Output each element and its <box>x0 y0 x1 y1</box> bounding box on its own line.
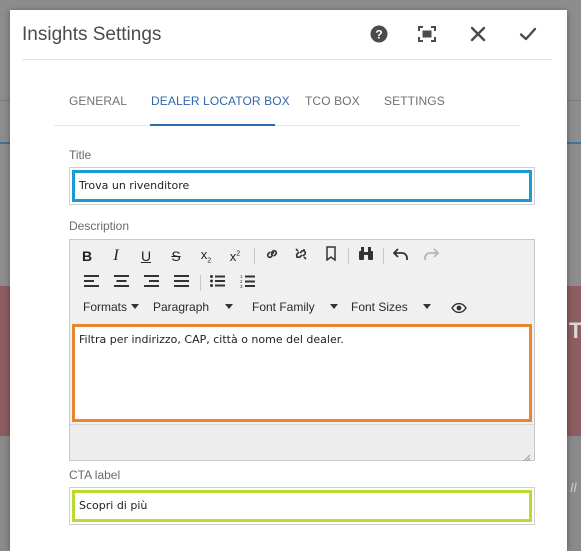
strikethrough-button[interactable]: S <box>163 243 189 269</box>
toolbar-divider <box>254 248 255 264</box>
superscript-icon: x2 <box>229 248 241 264</box>
font-sizes-dropdown-label: Font Sizes <box>351 300 408 314</box>
unlink-icon <box>293 246 309 267</box>
redo-button[interactable] <box>418 243 444 269</box>
justify-button[interactable] <box>168 270 194 296</box>
help-button[interactable]: ? <box>367 24 391 48</box>
link-button[interactable] <box>259 243 285 269</box>
font-family-dropdown-label: Font Family <box>252 300 315 314</box>
unlink-button[interactable] <box>288 243 314 269</box>
chevron-down-icon <box>225 304 234 309</box>
style-toolbar-row: Formats Paragraph Font Family Font Sizes <box>70 296 534 322</box>
description-label: Description <box>69 219 130 233</box>
header-divider <box>22 59 552 60</box>
numbered-list-button[interactable]: 123 <box>234 270 260 296</box>
svg-text:?: ? <box>375 27 382 41</box>
toolbar-divider <box>383 248 384 264</box>
italic-icon: I <box>113 247 119 264</box>
font-family-dropdown[interactable]: Font Family <box>252 300 338 320</box>
chevron-down-icon <box>131 304 140 309</box>
resize-handle-icon[interactable] <box>523 449 531 462</box>
tab-settings[interactable]: SETTINGS <box>384 94 445 108</box>
close-button[interactable] <box>466 24 490 48</box>
tab-general[interactable]: GENERAL <box>69 94 127 108</box>
title-label: Title <box>69 148 92 162</box>
strikethrough-icon: S <box>171 248 181 264</box>
format-toolbar-row: B I U S x2 x2 <box>70 243 534 269</box>
anchor-button[interactable] <box>318 243 344 269</box>
italic-button[interactable]: I <box>103 243 129 269</box>
formats-dropdown[interactable]: Formats <box>83 300 140 320</box>
dialog-header: Insights Settings ? <box>10 10 567 60</box>
font-sizes-dropdown[interactable]: Font Sizes <box>351 300 431 320</box>
numbered-list-icon: 123 <box>240 274 255 293</box>
align-left-icon <box>83 274 99 292</box>
title-input[interactable] <box>79 176 519 194</box>
background-text-fragment: Il <box>570 480 577 495</box>
align-right-icon <box>143 274 159 292</box>
title-field <box>69 167 535 205</box>
description-rich-text-editor: B I U S x2 x2 123 Formats Paragraph Font… <box>69 239 535 462</box>
tab-bar: GENERAL DEALER LOCATOR BOX TCO BOX SETTI… <box>54 84 520 126</box>
editor-status-bar <box>70 424 534 462</box>
background-text-fragment: T <box>569 318 581 343</box>
eye-icon <box>451 300 467 318</box>
insights-settings-dialog: Insights Settings ? GENERAL DEALER LOCAT… <box>10 10 567 551</box>
active-tab-indicator <box>150 124 275 126</box>
dialog-title: Insights Settings <box>22 24 162 45</box>
redo-icon <box>423 247 440 266</box>
help-icon: ? <box>370 25 388 48</box>
toolbar-divider <box>348 248 349 264</box>
chevron-down-icon <box>329 304 338 309</box>
bullet-list-icon <box>209 274 225 292</box>
paragraph-dropdown-label: Paragraph <box>153 300 210 314</box>
bookmark-icon <box>325 246 337 266</box>
bold-icon: B <box>81 248 93 264</box>
description-text: Filtra per indirizzo, CAP, città o nome … <box>79 333 344 346</box>
justify-icon <box>173 274 189 292</box>
cta-field <box>69 487 535 525</box>
align-right-button[interactable] <box>138 270 164 296</box>
close-icon <box>470 26 486 47</box>
undo-icon <box>392 247 409 266</box>
binoculars-icon <box>358 246 374 266</box>
check-icon <box>519 27 537 46</box>
confirm-button[interactable] <box>516 24 540 48</box>
description-editor-area[interactable]: Filtra per indirizzo, CAP, città o nome … <box>72 324 532 422</box>
fullscreen-icon <box>418 25 436 47</box>
superscript-button[interactable]: x2 <box>222 243 248 269</box>
find-replace-button[interactable] <box>353 243 379 269</box>
underline-icon: U <box>140 248 152 264</box>
bullet-list-button[interactable] <box>204 270 230 296</box>
preview-button[interactable] <box>446 296 472 322</box>
svg-text:3: 3 <box>240 284 243 288</box>
align-left-button[interactable] <box>78 270 104 296</box>
toolbar-divider <box>200 275 201 291</box>
tab-dealer-locator-box[interactable]: DEALER LOCATOR BOX <box>151 94 290 108</box>
subscript-icon: x2 <box>200 247 212 265</box>
link-icon <box>264 246 280 267</box>
fullscreen-button[interactable] <box>415 24 439 48</box>
cta-label: CTA label <box>69 468 121 482</box>
tab-tco-box[interactable]: TCO BOX <box>305 94 360 108</box>
cta-input[interactable] <box>79 496 519 514</box>
align-center-icon <box>113 274 129 292</box>
align-center-button[interactable] <box>108 270 134 296</box>
subscript-button[interactable]: x2 <box>193 243 219 269</box>
undo-button[interactable] <box>388 243 414 269</box>
chevron-down-icon <box>422 304 431 309</box>
bold-button[interactable]: B <box>74 243 100 269</box>
alignment-toolbar-row: 123 <box>70 270 534 296</box>
paragraph-dropdown[interactable]: Paragraph <box>153 300 234 320</box>
underline-button[interactable]: U <box>133 243 159 269</box>
formats-dropdown-label: Formats <box>83 300 128 314</box>
